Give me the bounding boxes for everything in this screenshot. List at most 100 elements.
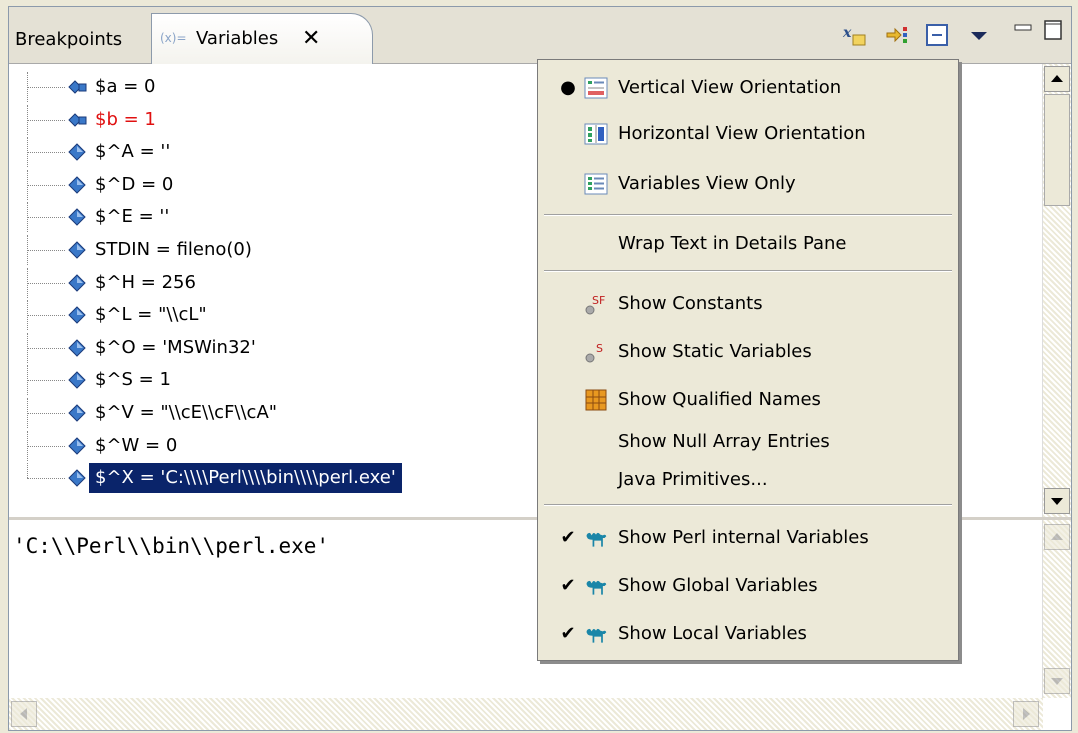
- variable-text: $^H = 256: [95, 271, 196, 293]
- menu-item-show-global-variables[interactable]: ✔ Show Global Variables: [538, 566, 958, 606]
- view-tab-bar: Breakpoints (x)= Variables ✕ x: [9, 7, 1071, 64]
- tab-breakpoints-label: Breakpoints: [15, 29, 123, 50]
- scroll-down-button[interactable]: [1044, 488, 1070, 514]
- details-vertical-scrollbar[interactable]: [1042, 520, 1071, 698]
- details-text: 'C:\\Perl\\bin\\perl.exe': [13, 534, 330, 558]
- tree-connector-line: [27, 217, 65, 219]
- menu-separator: [544, 214, 952, 216]
- details-scroll-down-button[interactable]: [1044, 668, 1070, 694]
- variable-diamond-icon: [68, 306, 86, 324]
- minimize-view-icon[interactable]: [1009, 15, 1037, 43]
- camel-icon: [586, 532, 607, 547]
- checkmark-icon: ✔: [560, 527, 576, 548]
- view-menu-dropdown-icon[interactable]: [965, 21, 993, 49]
- scroll-thumb[interactable]: [1044, 94, 1070, 206]
- tree-connector-line: [27, 250, 65, 251]
- variable-text: $^V = "\\cE\\cF\\cA": [95, 402, 278, 423]
- maximize-view-icon[interactable]: [1039, 15, 1067, 43]
- variable-text: $^X = 'C:\\\\Perl\\\\bin\\\\perl.exe': [88, 462, 403, 495]
- menu-item-label: Vertical View Orientation: [618, 77, 842, 98]
- menu-item-variables-view-only[interactable]: Variables View Only: [538, 164, 958, 204]
- menu-item-label: Show Perl internal Variables: [618, 527, 869, 548]
- view-menu: ● Vertical View Orientation Horizontal V…: [537, 59, 959, 661]
- tab-variables[interactable]: (x)= Variables ✕: [151, 13, 373, 64]
- checkmark-icon: ✔: [560, 623, 576, 644]
- menu-item-show-null-array-entries[interactable]: Show Null Array Entries: [538, 422, 958, 462]
- tree-guide-line: [27, 463, 28, 479]
- scroll-left-button[interactable]: [11, 701, 37, 727]
- tree-connector-line: [27, 282, 65, 284]
- menu-item-label: Show Global Variables: [618, 575, 818, 596]
- tree-connector-line: [27, 184, 65, 186]
- menu-item-label: Show Local Variables: [618, 623, 807, 644]
- variable-text: $^O = 'MSWin32': [95, 336, 256, 358]
- menu-item-label: Show Qualified Names: [618, 389, 821, 410]
- variable-text: $^S = 1: [95, 369, 171, 391]
- vertical-layout-icon: [584, 77, 608, 99]
- svg-text:S: S: [596, 342, 603, 355]
- menu-item-show-qualified-names[interactable]: Show Qualified Names: [538, 380, 958, 420]
- details-horizontal-scrollbar[interactable]: [9, 698, 1043, 730]
- menu-item-label: Wrap Text in Details Pane: [618, 233, 847, 254]
- camel-icon: [586, 628, 607, 643]
- tree-connector-line: [27, 315, 65, 317]
- arrow-down-icon: [1051, 498, 1063, 505]
- camel-icon: [586, 580, 607, 595]
- variable-diamond-icon: [68, 371, 86, 390]
- breakpoint-variable-icon: [68, 80, 87, 94]
- menu-item-show-static-variables[interactable]: S Show Static Variables: [538, 332, 958, 372]
- variable-diamond-icon: [68, 176, 86, 194]
- collapse-all-icon[interactable]: [923, 21, 951, 49]
- menu-item-label: Java Primitives...: [618, 469, 768, 490]
- svg-text:SF: SF: [592, 294, 605, 307]
- variable-text: $^L = "\\cL": [95, 304, 207, 326]
- variables-only-layout-icon: [584, 173, 608, 195]
- menu-item-label: Show Static Variables: [618, 341, 812, 362]
- show-type-names-icon[interactable]: x: [841, 21, 869, 49]
- menu-item-java-primitives[interactable]: Java Primitives...: [538, 460, 958, 500]
- menu-item-show-perl-internal-variables[interactable]: ✔ Show Perl internal Variables: [538, 518, 958, 558]
- tree-vertical-scrollbar[interactable]: [1042, 64, 1071, 517]
- variable-diamond-icon: [68, 143, 86, 161]
- radio-selected-icon: ●: [560, 77, 576, 98]
- tree-connector-line: [27, 478, 65, 480]
- close-tab-icon[interactable]: ✕: [302, 14, 320, 64]
- tree-connector-line: [27, 445, 65, 447]
- tree-connector-line: [27, 119, 65, 121]
- arrow-down-icon: [1051, 678, 1063, 685]
- show-logical-structure-icon[interactable]: [885, 21, 913, 49]
- tree-connector-line: [27, 347, 65, 349]
- tab-variables-label: Variables: [196, 28, 279, 49]
- scroll-up-button[interactable]: [1044, 66, 1070, 92]
- horizontal-layout-icon: [584, 123, 608, 145]
- variable-diamond-icon: [68, 241, 86, 259]
- tree-connector-line: [27, 87, 65, 88]
- menu-item-show-constants[interactable]: SF Show Constants: [538, 284, 958, 324]
- menu-item-show-local-variables[interactable]: ✔ Show Local Variables: [538, 614, 958, 654]
- variable-diamond-icon: [68, 339, 86, 357]
- menu-item-label: Horizontal View Orientation: [618, 123, 866, 144]
- variable-diamond-icon: [68, 436, 86, 455]
- menu-item-label: Variables View Only: [618, 173, 796, 194]
- arrow-up-icon: [1051, 533, 1063, 540]
- arrow-up-icon: [1051, 75, 1063, 82]
- variable-text: $a = 0: [95, 76, 156, 97]
- variable-diamond-icon: [68, 273, 86, 292]
- qualified-names-grid-icon: [585, 389, 607, 411]
- tree-connector-line: [27, 413, 65, 414]
- tab-breakpoints[interactable]: Breakpoints: [9, 17, 163, 63]
- variable-diamond-icon: [68, 469, 86, 487]
- menu-item-wrap-text[interactable]: Wrap Text in Details Pane: [538, 224, 958, 264]
- breakpoint-variable-icon: [68, 112, 87, 127]
- menu-item-vertical-orientation[interactable]: ● Vertical View Orientation: [538, 68, 958, 108]
- variable-text: $^W = 0: [95, 434, 178, 456]
- details-scroll-up-button[interactable]: [1044, 524, 1070, 550]
- menu-item-horizontal-orientation[interactable]: Horizontal View Orientation: [538, 114, 958, 154]
- variable-text: STDIN = fileno(0): [95, 239, 252, 260]
- variables-view-icon: (x)=: [160, 31, 187, 45]
- variable-text: $b = 1: [95, 108, 156, 130]
- checkmark-icon: ✔: [560, 575, 576, 596]
- menu-separator: [544, 270, 952, 272]
- scroll-right-button[interactable]: [1013, 701, 1039, 727]
- tree-connector-line: [27, 152, 65, 154]
